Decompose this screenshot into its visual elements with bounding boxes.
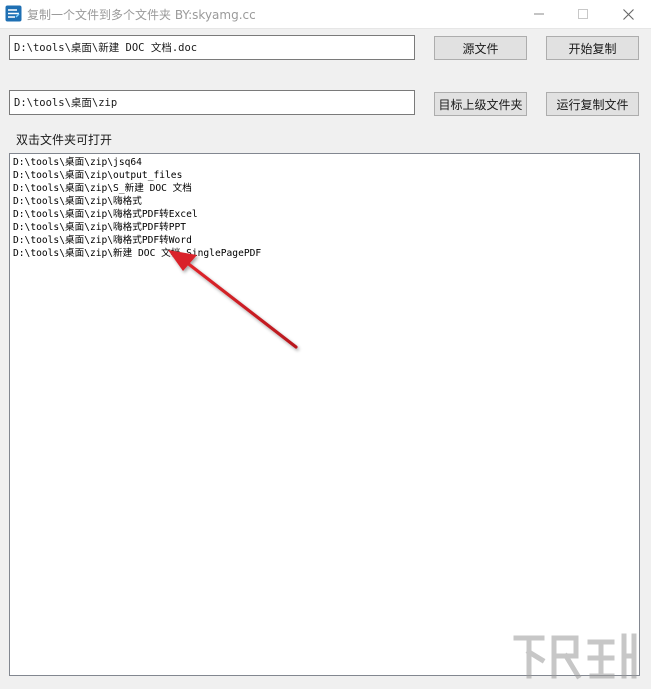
title-bar: 复制一个文件到多个文件夹 BY:skyamg.cc: [0, 0, 651, 29]
folder-list-item[interactable]: D:\tools\桌面\zip\嗨格式PDF转Word: [10, 234, 639, 247]
minimize-icon: [534, 13, 544, 15]
maximize-button[interactable]: [560, 0, 606, 28]
folder-list-item[interactable]: D:\tools\桌面\zip\S_新建 DOC 文档: [10, 182, 639, 195]
site-watermark-logo: [513, 633, 637, 680]
folder-list-item[interactable]: D:\tools\桌面\zip\嗨格式: [10, 195, 639, 208]
start-copy-button[interactable]: 开始复制: [546, 36, 639, 60]
source-file-button[interactable]: 源文件: [434, 36, 527, 60]
maximize-icon: [578, 9, 588, 19]
close-button[interactable]: [605, 0, 651, 28]
folder-list-item[interactable]: D:\tools\桌面\zip\嗨格式PDF转PPT: [10, 221, 639, 234]
close-icon: [622, 8, 634, 20]
target-parent-folder-button[interactable]: 目标上级文件夹: [434, 92, 527, 116]
minimize-button[interactable]: [516, 0, 562, 28]
lines-app-icon: [5, 5, 22, 22]
target-folder-path-input[interactable]: [9, 90, 415, 115]
window-title: 复制一个文件到多个文件夹 BY:skyamg.cc: [27, 8, 256, 22]
double-click-hint-label: 双击文件夹可打开: [16, 133, 113, 147]
source-file-path-input[interactable]: [9, 35, 415, 60]
folder-list-item[interactable]: D:\tools\桌面\zip\jsq64: [10, 156, 639, 169]
folder-list-item[interactable]: D:\tools\桌面\zip\嗨格式PDF转Excel: [10, 208, 639, 221]
folder-list-item[interactable]: D:\tools\桌面\zip\output_files: [10, 169, 639, 182]
folder-listbox[interactable]: D:\tools\桌面\zip\jsq64 D:\tools\桌面\zip\ou…: [9, 153, 640, 676]
run-copy-files-button[interactable]: 运行复制文件: [546, 92, 639, 116]
folder-list-item[interactable]: D:\tools\桌面\zip\新建 DOC 文档_SinglePagePDF: [10, 247, 639, 260]
